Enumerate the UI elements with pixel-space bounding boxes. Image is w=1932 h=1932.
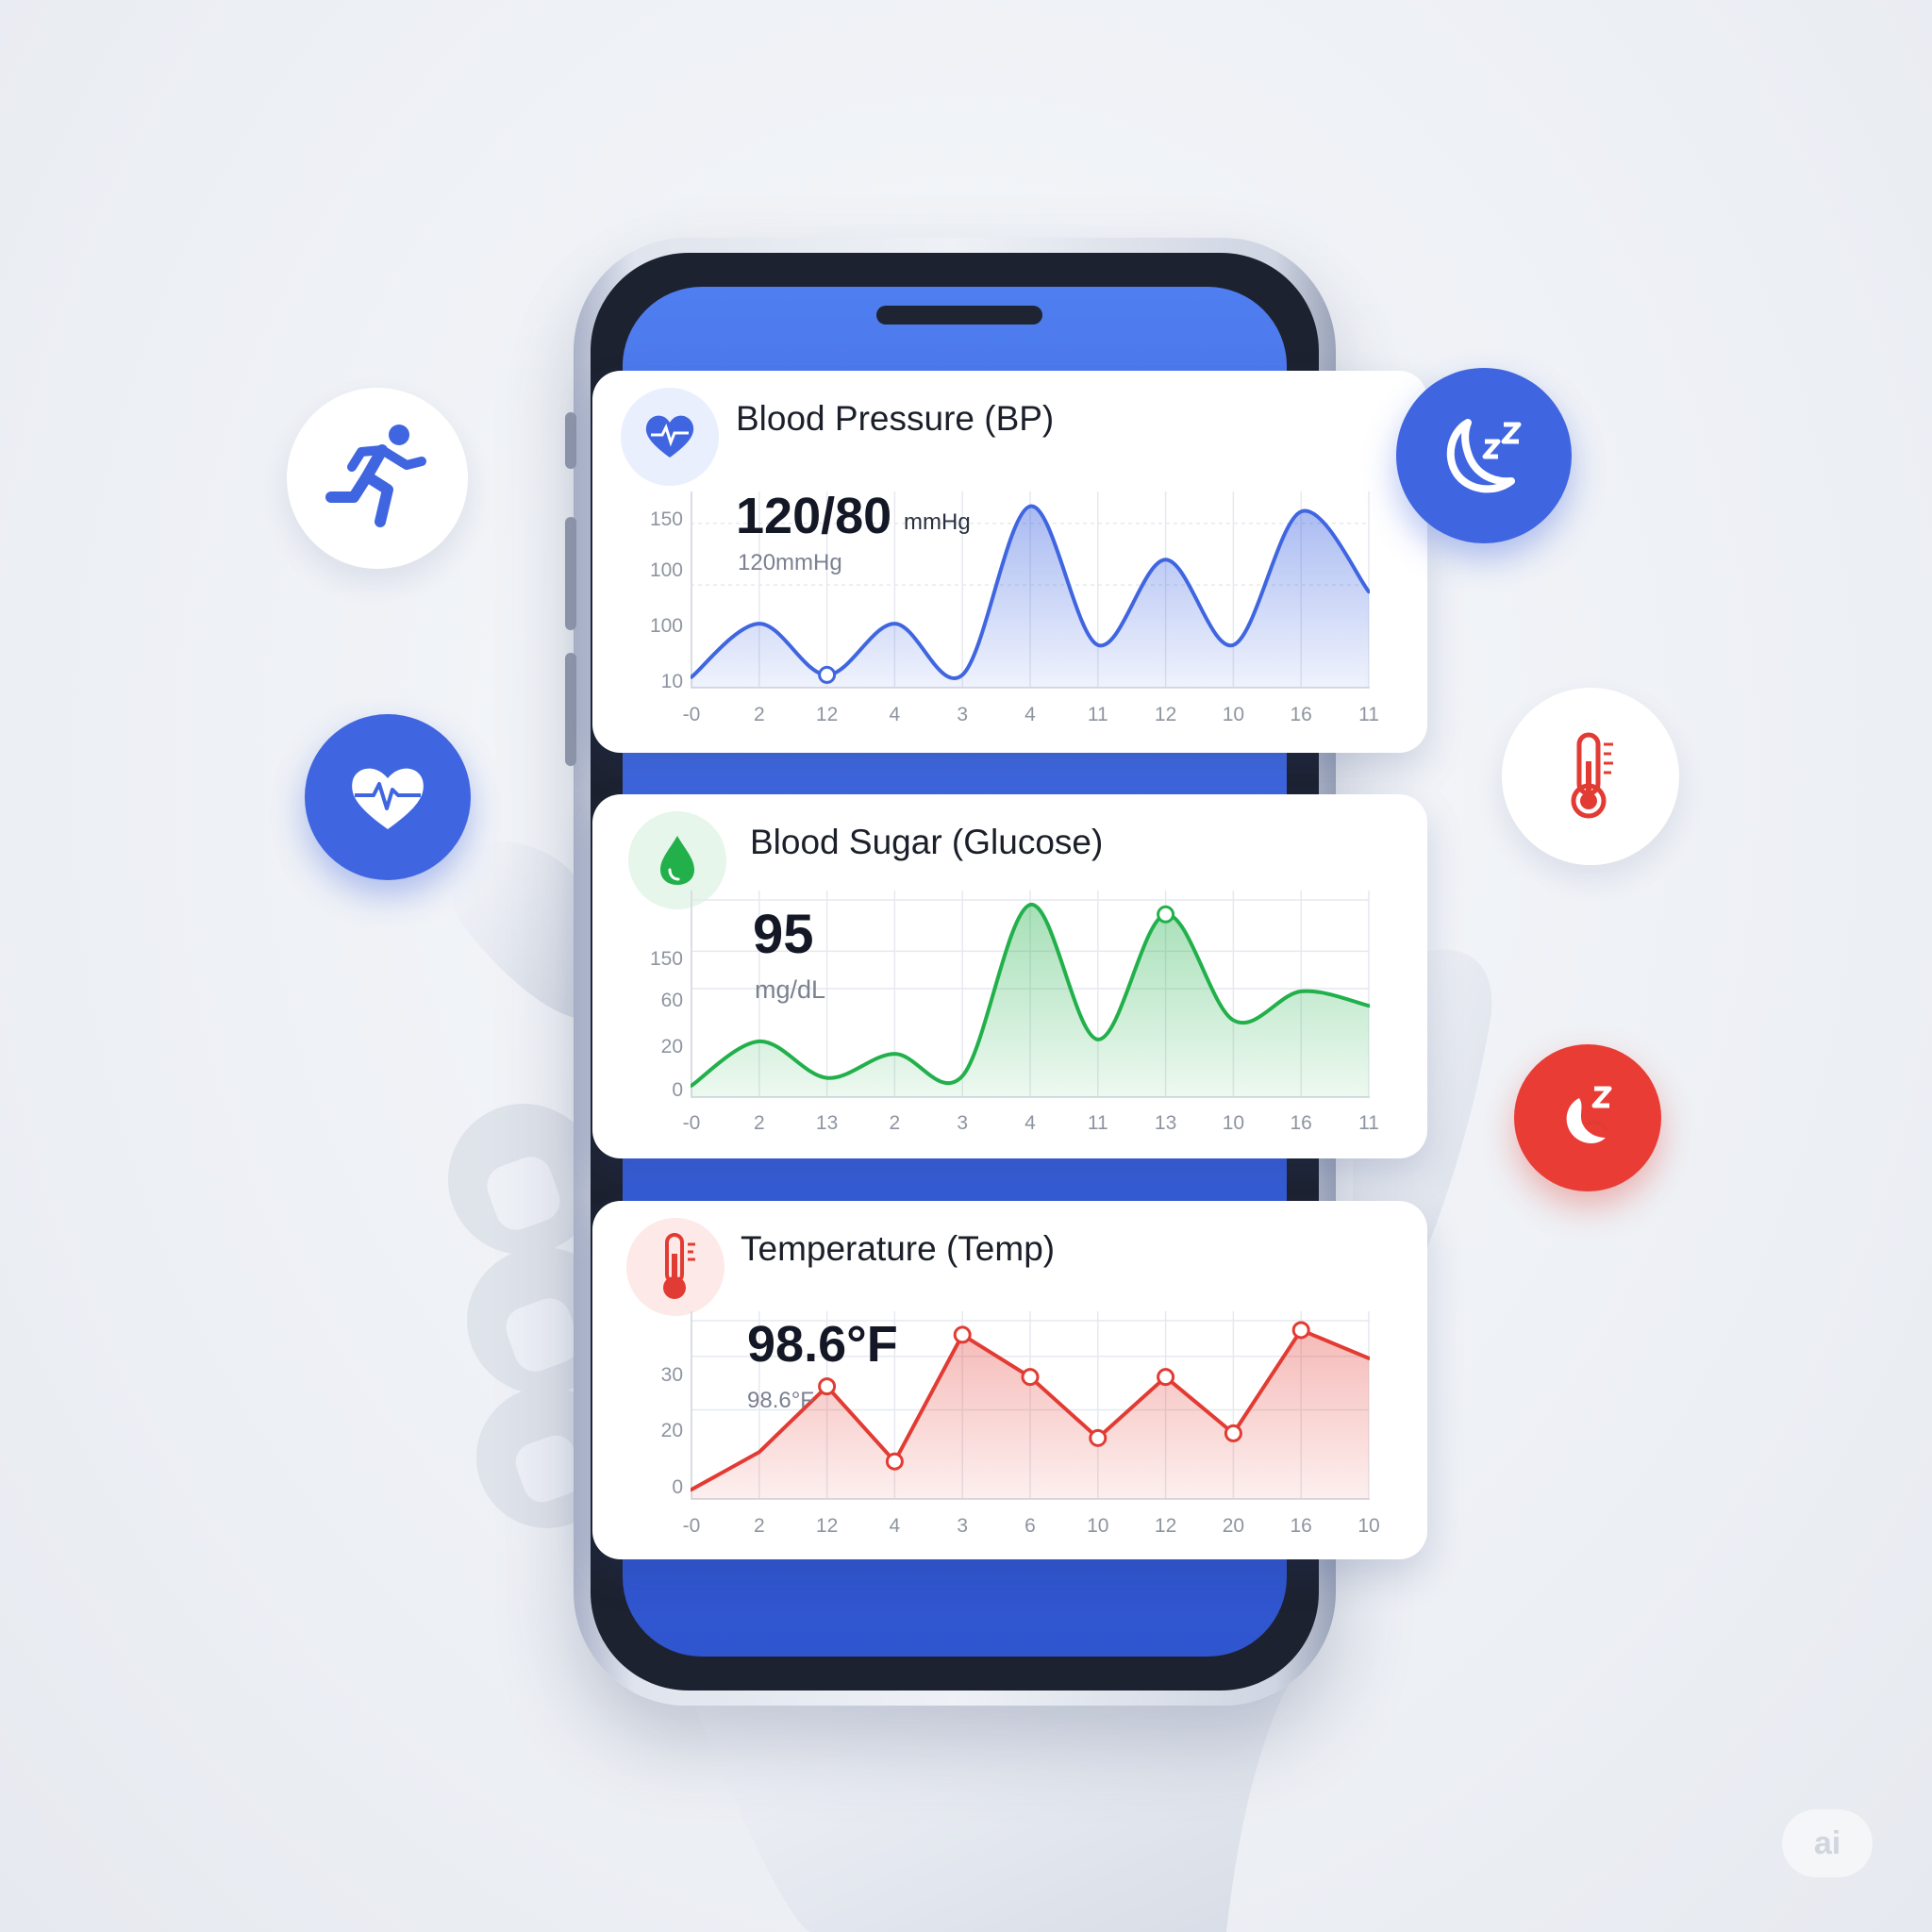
x-tick-label: 11	[1087, 704, 1108, 725]
y-tick-label: 0	[672, 1476, 683, 1498]
blood-sugar-card[interactable]: Blood Sugar (Glucose) 150 60 20 0 95 mg/…	[592, 794, 1427, 1158]
data-point	[1157, 905, 1175, 924]
x-tick-label: 12	[815, 704, 839, 725]
blood-pressure-card[interactable]: Blood Pressure (BP) 150 100 100 10 120/8…	[592, 371, 1427, 753]
y-tick-label: 30	[660, 1364, 683, 1386]
data-point	[818, 1377, 837, 1396]
temp-value: 98.6°F	[747, 1316, 898, 1373]
bp-subvalue: 120mmHg	[738, 550, 842, 575]
x-tick-label: 10	[1222, 704, 1245, 725]
x-tick-label: 20	[1222, 1515, 1245, 1537]
sleep-badge-icon[interactable]	[1514, 1044, 1661, 1191]
x-tick-label: -0	[682, 1112, 701, 1134]
x-tick-label: 2	[753, 1112, 765, 1134]
data-point	[953, 1325, 972, 1344]
x-tick-label: 16	[1290, 1112, 1312, 1134]
heart-rate-icon[interactable]	[305, 714, 471, 880]
data-point	[1291, 1321, 1310, 1340]
x-tick-label: 12	[815, 1515, 839, 1537]
x-tick-label: 4	[889, 704, 901, 725]
card-title: Blood Pressure (BP)	[736, 399, 1055, 438]
x-tick-label: 4	[1024, 1112, 1036, 1134]
y-tick-label: 20	[660, 1036, 683, 1058]
y-tick-label: 0	[672, 1079, 683, 1101]
watermark: ai	[1782, 1809, 1873, 1877]
volume-up-button	[565, 517, 576, 630]
phone-speaker	[876, 306, 1042, 325]
x-tick-label: 4	[1024, 704, 1036, 725]
x-tick-label: 2	[889, 1112, 901, 1134]
card-title: Temperature (Temp)	[741, 1229, 1056, 1268]
x-tick-label: 13	[815, 1112, 839, 1134]
temperature-card[interactable]: Temperature (Temp) 30 20 0 98.6°F 98.6°F…	[592, 1201, 1427, 1559]
data-point	[1089, 1428, 1108, 1447]
x-tick-label: 10	[1087, 1515, 1109, 1537]
x-tick-label: 2	[753, 704, 765, 725]
x-tick-label: 13	[1154, 1112, 1177, 1134]
y-tick-label: 100	[649, 559, 683, 581]
x-tick-label: 16	[1290, 1515, 1312, 1537]
heart-pulse-icon	[621, 388, 719, 486]
x-tick-label: 3	[957, 704, 969, 725]
y-tick-label: 150	[649, 948, 683, 970]
x-tick-label: 10	[1357, 1515, 1380, 1537]
x-tick-label: 4	[889, 1515, 901, 1537]
glucose-unit: mg/dL	[755, 975, 826, 1004]
volume-down-button	[565, 653, 576, 766]
data-point	[885, 1452, 904, 1471]
data-point	[1224, 1424, 1242, 1442]
y-tick-label: 10	[660, 671, 683, 692]
x-tick-label: 2	[753, 1515, 765, 1537]
x-tick-label: -0	[682, 1515, 701, 1537]
data-point	[818, 665, 837, 684]
sleep-moon-icon[interactable]	[1396, 368, 1572, 543]
temp-subvalue: 98.6°F	[747, 1388, 814, 1413]
running-person-icon[interactable]	[287, 388, 468, 569]
bp-unit: mmHg	[904, 509, 971, 535]
y-tick-label: 150	[649, 508, 683, 530]
y-tick-label: 60	[660, 990, 683, 1011]
y-tick-label: 20	[660, 1420, 683, 1441]
x-tick-label: 3	[957, 1112, 969, 1134]
glucose-value: 95	[753, 904, 814, 965]
thermometer-icon[interactable]	[1502, 688, 1679, 865]
x-tick-label: 12	[1154, 704, 1177, 725]
x-tick-label: 3	[957, 1515, 969, 1537]
side-button	[565, 412, 576, 469]
x-tick-label: 11	[1358, 1112, 1379, 1134]
x-tick-label: 12	[1154, 1515, 1177, 1537]
bp-value: 120/80	[736, 488, 892, 544]
x-tick-label: 11	[1087, 1112, 1108, 1134]
data-point	[1021, 1368, 1040, 1387]
x-tick-label: 16	[1290, 704, 1312, 725]
y-tick-label: 100	[649, 615, 683, 637]
data-point	[1157, 1368, 1175, 1387]
x-tick-label: 10	[1222, 1112, 1245, 1134]
x-tick-label: -0	[682, 704, 701, 725]
card-title: Blood Sugar (Glucose)	[750, 823, 1104, 861]
x-tick-label: 6	[1024, 1515, 1036, 1537]
x-tick-label: 11	[1358, 704, 1379, 725]
